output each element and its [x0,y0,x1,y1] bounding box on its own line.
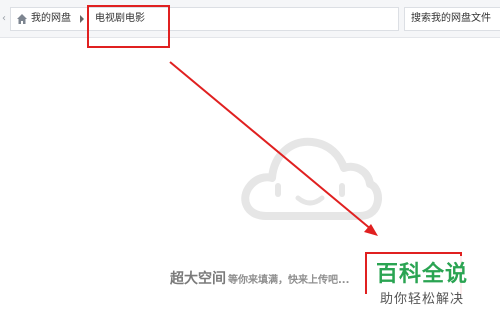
address-bar: ‹ 我的网盘 电视剧电影 搜索我的网盘文件 [0,0,500,38]
search-input[interactable]: 搜索我的网盘文件 [404,7,500,31]
breadcrumb-root-link[interactable]: 我的网盘 [31,12,71,26]
empty-state-title: 超大空间 [170,271,226,287]
empty-state-subtitle: 等你来填满，快来上传吧... [228,275,350,286]
chevron-left-icon[interactable]: ‹ [2,12,10,26]
annotation-highlight-box [87,5,170,48]
cloud-smile-icon [241,137,382,220]
watermark-subtitle: 助你轻松解决 [380,292,465,307]
home-icon[interactable] [16,13,28,25]
breadcrumb: 我的网盘 电视剧电影 [10,7,399,31]
search-placeholder: 搜索我的网盘文件 [411,13,491,24]
watermark-title: 百科全说 [376,262,469,287]
chevron-right-icon [80,15,84,23]
empty-state-message: 超大空间 等你来填满，快来上传吧... [170,268,349,288]
